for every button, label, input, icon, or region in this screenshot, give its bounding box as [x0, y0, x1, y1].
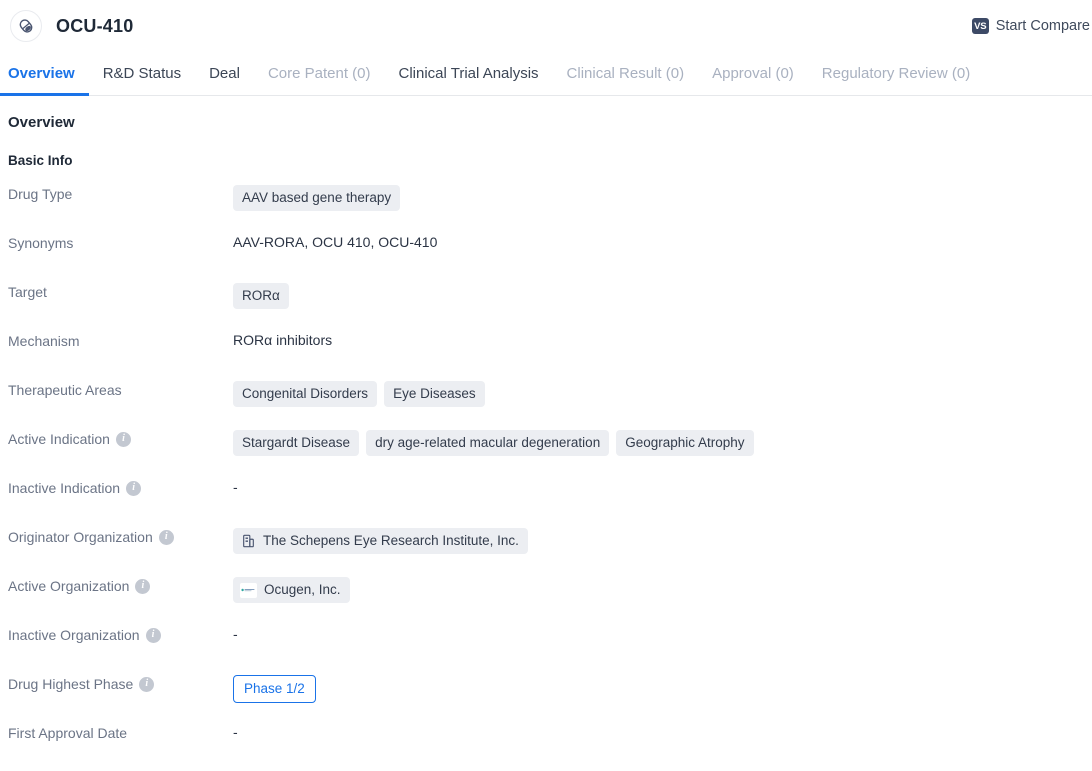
pill-capsule-icon: [10, 10, 42, 42]
label-text: Drug Type: [8, 186, 73, 202]
info-row-inactive-indication: Inactive Indication i -: [8, 478, 1092, 527]
label-text: Drug Highest Phase: [8, 676, 134, 692]
row-value: Ocugen, Inc.: [233, 576, 350, 603]
info-row-inactive-organization: Inactive Organization i -: [8, 625, 1092, 674]
info-row-first-approval-date: First Approval Date -: [8, 723, 1092, 771]
row-label: Active Organization i: [8, 576, 233, 594]
tag-therapeutic-area[interactable]: Eye Diseases: [384, 381, 485, 407]
row-label: Target: [8, 282, 233, 300]
row-label: Therapeutic Areas: [8, 380, 233, 398]
tag-indication[interactable]: Stargardt Disease: [233, 430, 360, 456]
tab-bar: Overview R&D Status Deal Core Patent (0)…: [0, 52, 1092, 96]
label-text: Active Organization: [8, 578, 130, 594]
header-actions: VS Start Compare: [971, 0, 1092, 52]
inactive-indication-value: -: [233, 479, 238, 495]
row-label: Mechanism: [8, 331, 233, 349]
info-icon[interactable]: i: [139, 676, 155, 692]
label-text: Active Indication: [8, 431, 110, 447]
tab-regulatory-review[interactable]: Regulatory Review (0): [808, 52, 984, 95]
mechanism-value: RORα inhibitors: [233, 332, 333, 348]
info-icon[interactable]: i: [145, 627, 161, 643]
page-title: OCU-410: [56, 15, 134, 36]
start-compare-label: Start Compare: [995, 18, 1090, 34]
row-value: AAV-RORA, OCU 410, OCU-410: [233, 233, 437, 250]
vs-icon: VS: [971, 18, 989, 34]
row-value: The Schepens Eye Research Institute, Inc…: [233, 527, 528, 554]
overview-panel: Overview Basic Info Drug Type AAV based …: [0, 96, 1092, 771]
row-value: -: [233, 723, 238, 740]
info-row-synonyms: Synonyms AAV-RORA, OCU 410, OCU-410: [8, 233, 1092, 282]
app-header: OCU-410 VS Start Compare: [0, 0, 1092, 52]
synonyms-value: AAV-RORA, OCU 410, OCU-410: [233, 234, 438, 250]
institution-icon: [240, 533, 256, 549]
info-row-mechanism: Mechanism RORα inhibitors: [8, 331, 1092, 380]
row-label: Inactive Organization i: [8, 625, 233, 643]
info-row-drug-type: Drug Type AAV based gene therapy: [8, 184, 1092, 233]
label-text: First Approval Date: [8, 725, 128, 741]
label-text: Mechanism: [8, 333, 80, 349]
tab-core-patent[interactable]: Core Patent (0): [254, 52, 385, 95]
info-icon[interactable]: i: [158, 529, 174, 545]
tag-drug-type[interactable]: AAV based gene therapy: [233, 185, 401, 211]
row-value: Phase 1/2: [233, 674, 316, 703]
label-text: Inactive Organization: [8, 627, 140, 643]
organization-name: Ocugen, Inc.: [264, 582, 341, 597]
tag-organization[interactable]: The Schepens Eye Research Institute, Inc…: [233, 528, 528, 554]
first-approval-date-value: -: [233, 724, 238, 740]
tab-rd-status[interactable]: R&D Status: [89, 52, 195, 95]
row-value: AAV based gene therapy: [233, 184, 401, 211]
tag-indication[interactable]: Geographic Atrophy: [616, 430, 754, 456]
label-text: Inactive Indication: [8, 480, 121, 496]
row-label: Originator Organization i: [8, 527, 233, 545]
row-label: Synonyms: [8, 233, 233, 251]
row-value: -: [233, 625, 238, 642]
tag-therapeutic-area[interactable]: Congenital Disorders: [233, 381, 378, 407]
tab-approval[interactable]: Approval (0): [698, 52, 808, 95]
label-text: Therapeutic Areas: [8, 382, 122, 398]
info-row-active-indication: Active Indication i Stargardt Disease dr…: [8, 429, 1092, 478]
row-label: Drug Type: [8, 184, 233, 202]
inactive-organization-value: -: [233, 626, 238, 642]
row-value: Stargardt Disease dry age-related macula…: [233, 429, 754, 456]
tag-organization[interactable]: Ocugen, Inc.: [233, 577, 350, 603]
row-label: First Approval Date: [8, 723, 233, 741]
label-text: Synonyms: [8, 235, 74, 251]
row-value: Congenital Disorders Eye Diseases: [233, 380, 485, 407]
organization-name: The Schepens Eye Research Institute, Inc…: [263, 533, 519, 548]
info-row-therapeutic-areas: Therapeutic Areas Congenital Disorders E…: [8, 380, 1092, 429]
tab-overview[interactable]: Overview: [0, 52, 89, 96]
info-row-target: Target RORα: [8, 282, 1092, 331]
info-icon[interactable]: i: [135, 578, 151, 594]
row-label: Drug Highest Phase i: [8, 674, 233, 692]
start-compare-button[interactable]: VS Start Compare: [971, 18, 1092, 34]
row-value: RORα inhibitors: [233, 331, 332, 348]
info-icon[interactable]: i: [126, 480, 142, 496]
tag-indication[interactable]: dry age-related macular degeneration: [366, 430, 610, 456]
row-label: Active Indication i: [8, 429, 233, 447]
info-row-originator-organization: Originator Organization i The Schepens E…: [8, 527, 1092, 576]
row-value: RORα: [233, 282, 289, 309]
tag-target[interactable]: RORα: [233, 283, 289, 309]
label-text: Originator Organization: [8, 529, 153, 545]
info-icon[interactable]: i: [115, 431, 131, 447]
label-text: Target: [8, 284, 47, 300]
tab-clinical-result[interactable]: Clinical Result (0): [553, 52, 699, 95]
info-row-drug-highest-phase: Drug Highest Phase i Phase 1/2: [8, 674, 1092, 723]
ocugen-logo-icon: [240, 582, 257, 598]
tab-deal[interactable]: Deal: [195, 52, 254, 95]
row-label: Inactive Indication i: [8, 478, 233, 496]
info-row-active-organization: Active Organization i Ocugen, Inc.: [8, 576, 1092, 625]
subsection-title: Basic Info: [8, 153, 73, 168]
phase-badge[interactable]: Phase 1/2: [233, 675, 316, 703]
tab-clinical-trial-analysis[interactable]: Clinical Trial Analysis: [385, 52, 553, 95]
row-value: -: [233, 478, 238, 495]
section-title: Overview: [8, 114, 75, 131]
